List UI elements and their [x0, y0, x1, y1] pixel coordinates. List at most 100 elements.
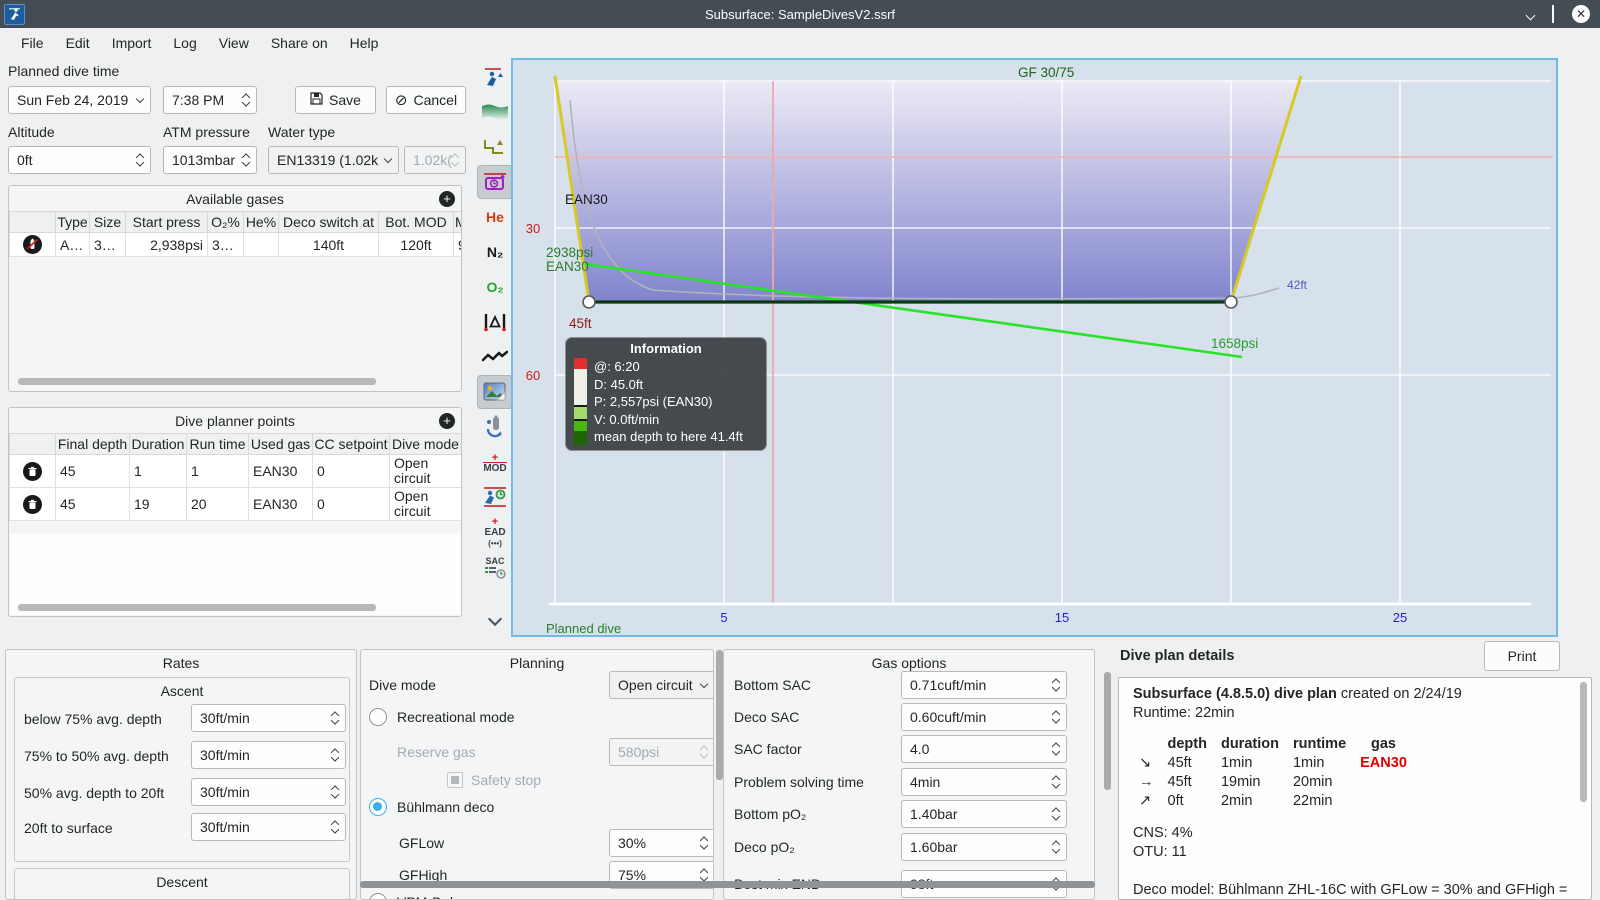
print-button[interactable]: Print: [1484, 641, 1560, 671]
deco-po2-spinner[interactable]: 1.60bar: [901, 833, 1067, 861]
sac-factor-spinner[interactable]: 4.0: [901, 735, 1067, 763]
title-bar: Subsurface: SampleDivesV2.ssrf ✕: [0, 0, 1600, 28]
deco-model-line: Deco model: Bühlmann ZHL-16C with GFLow …: [1133, 882, 1568, 898]
bottom-po2-spinner[interactable]: 1.40bar: [901, 800, 1067, 828]
deco-sac-spinner[interactable]: 0.60cuft/min: [901, 703, 1067, 731]
gases-hscrollbar[interactable]: [18, 378, 376, 385]
menu-share-on[interactable]: Share on: [260, 31, 339, 55]
ceiling-toggle-icon[interactable]: [477, 95, 513, 129]
start-pressure-label: 2938psi: [546, 245, 593, 260]
details-text-vscrollbar[interactable]: [1580, 682, 1587, 802]
water-type-select[interactable]: EN13319 (1.02k: [268, 146, 399, 174]
info-tooltip: Information @: 6:20 D: 45.0ft P: 2,557ps…: [565, 337, 767, 451]
rate-spinner-75to50[interactable]: 30ft/min: [191, 741, 346, 769]
sac-icon[interactable]: SAC: [477, 550, 513, 584]
dive-planner-points-panel: Dive planner points + Final depth Durati…: [8, 407, 462, 617]
profile-area: [555, 81, 1299, 302]
bottom-hscrollbar[interactable]: [360, 881, 1095, 888]
profile-toolbar: He N₂ O₂ + MOD + EAD (•••) SAC: [475, 60, 515, 638]
buhlmann-deco-radio[interactable]: [369, 798, 387, 816]
calculated-ceiling-icon[interactable]: [477, 130, 513, 164]
available-gases-title: Available gases: [186, 191, 284, 207]
velocity-colorbar: [574, 358, 587, 446]
reserve-gas-spinner: 580psi: [609, 738, 713, 766]
dive-mode-label: Dive mode: [369, 677, 436, 693]
menu-help[interactable]: Help: [339, 31, 390, 55]
dive-mode-select[interactable]: Open circuit: [609, 671, 713, 699]
dive-plan-details-box[interactable]: Subsurface (4.8.5.0) dive plan created o…: [1118, 677, 1592, 900]
planner-point-row[interactable]: 45 1 1 EAN30 0 Open circuit: [9, 454, 461, 488]
delete-point-icon[interactable]: [23, 494, 42, 514]
add-point-button[interactable]: +: [439, 413, 455, 429]
gflow-spinner[interactable]: 30%: [609, 829, 713, 857]
close-button[interactable]: ✕: [1572, 5, 1590, 23]
cancel-button[interactable]: ⊘ Cancel: [386, 86, 466, 114]
tooltip-depth: D: 45.0ft: [594, 376, 644, 392]
dc-ceiling-icon[interactable]: [477, 165, 513, 199]
safety-stop-label: Safety stop: [471, 772, 542, 788]
ead-icon[interactable]: + EAD (•••): [477, 515, 513, 549]
water-type-label: Water type: [268, 124, 336, 140]
menu-view[interactable]: View: [208, 31, 260, 55]
menu-bar: File Edit Import Log View Share on Help: [0, 28, 1600, 58]
photos-icon[interactable]: [477, 375, 513, 409]
remove-cylinder-icon[interactable]: [23, 235, 42, 254]
y-tick-30: 30: [526, 221, 540, 236]
cancel-icon: ⊘: [394, 92, 408, 109]
end-pressure-label: 1658psi: [1211, 336, 1258, 351]
o2-graph-icon[interactable]: O₂: [477, 270, 513, 304]
ruler-icon[interactable]: [477, 305, 513, 339]
heartrate-icon[interactable]: [477, 340, 513, 374]
mod-icon[interactable]: + MOD: [477, 445, 513, 479]
n2-graph-icon[interactable]: N₂: [477, 235, 513, 269]
problem-time-label: Problem solving time: [734, 774, 864, 790]
add-gas-button[interactable]: +: [439, 191, 455, 207]
recreational-mode-radio[interactable]: [369, 708, 387, 726]
points-hscrollbar[interactable]: [18, 604, 376, 611]
altitude-spinner[interactable]: 0ft: [8, 146, 151, 174]
segment-handle-start[interactable]: [582, 295, 596, 309]
cns-line: CNS: 4%: [1133, 825, 1193, 841]
vpmb-deco-radio[interactable]: [369, 893, 387, 899]
dive-profile-chart[interactable]: GF 30/75 EAN30 2938psi EAN30 45ft 42ft 1…: [511, 58, 1558, 637]
dive-date-select[interactable]: Sun Feb 24, 2019: [8, 86, 151, 114]
app-icon: [4, 3, 25, 25]
recreational-mode-label: Recreational mode: [397, 709, 515, 725]
tissues-icon[interactable]: [477, 410, 513, 444]
menu-log[interactable]: Log: [162, 31, 207, 55]
dive-time-spinner[interactable]: 7:38 PM: [163, 86, 257, 114]
start-depth-label: 45ft: [569, 316, 592, 331]
y-tick-60: 60: [526, 368, 540, 383]
bottom-sac-label: Bottom SAC: [734, 677, 812, 693]
plan-runtime-line: Runtime: 22min: [1133, 705, 1235, 721]
menu-edit[interactable]: Edit: [55, 31, 101, 55]
he-graph-icon[interactable]: He: [477, 200, 513, 234]
gas-row[interactable]: A… 3… 2,938psi 3… 140ft 120ft 98f: [9, 232, 461, 257]
maximize-button[interactable]: [1552, 5, 1554, 23]
rate-label: 20ft to surface: [24, 820, 113, 836]
start-gas-label: EAN30: [546, 259, 589, 274]
gas-options-panel: Gas options Bottom SAC 0.71cuft/min Deco…: [723, 649, 1095, 900]
planned-dive-time-label: Planned dive time: [8, 63, 120, 79]
altitude-label: Altitude: [8, 124, 55, 140]
atm-pressure-spinner[interactable]: 1013mbar: [163, 146, 257, 174]
menu-file[interactable]: File: [10, 31, 55, 55]
ndl-tts-icon[interactable]: [477, 480, 513, 514]
planner-point-row[interactable]: 45 19 20 EAN30 0 Open circuit: [9, 487, 461, 521]
segment-handle-end[interactable]: [1224, 295, 1238, 309]
descent-title: Descent: [156, 874, 208, 890]
menu-import[interactable]: Import: [101, 31, 163, 55]
rate-spinner-50to20ft[interactable]: 30ft/min: [191, 778, 346, 806]
problem-time-spinner[interactable]: 4min: [901, 768, 1067, 796]
rate-spinner-below75[interactable]: 30ft/min: [191, 704, 346, 732]
dive-mode-ascent-icon[interactable]: [477, 60, 513, 94]
delete-point-icon[interactable]: [23, 461, 42, 481]
details-left-vscrollbar[interactable]: [1104, 672, 1111, 790]
bottom-sac-spinner[interactable]: 0.71cuft/min: [901, 671, 1067, 699]
rate-spinner-20ft-surface[interactable]: 30ft/min: [191, 813, 346, 841]
middle-vscrollbar[interactable]: [716, 650, 723, 780]
toolbar-more-chevron-icon[interactable]: [477, 603, 513, 637]
save-button[interactable]: Save: [295, 86, 376, 114]
minimize-button[interactable]: [1525, 6, 1536, 22]
gf-label: GF 30/75: [1018, 65, 1074, 80]
